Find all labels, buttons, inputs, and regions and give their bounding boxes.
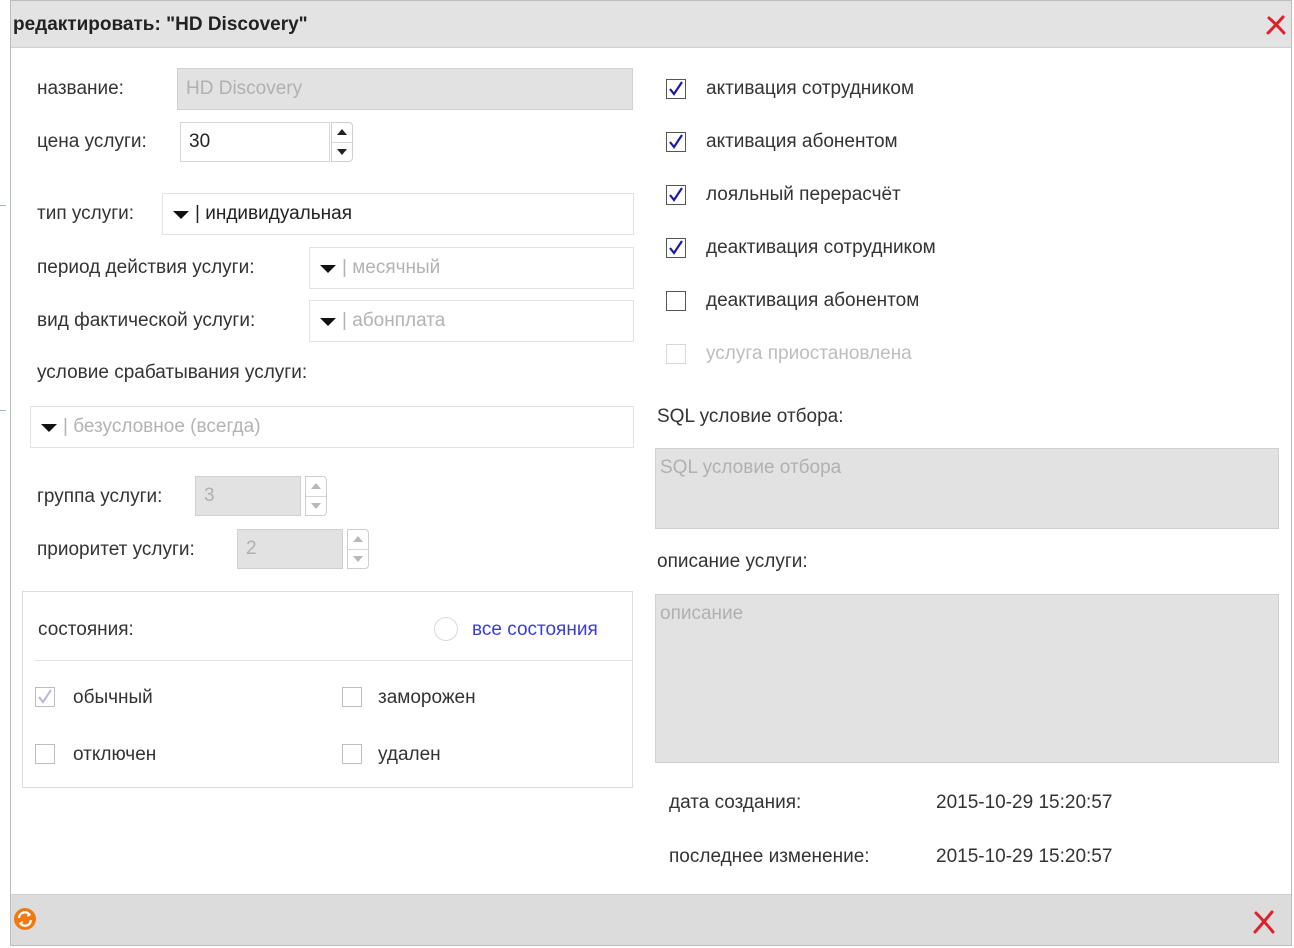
sql-label: SQL условие отбора: bbox=[657, 406, 844, 427]
states-panel: состояния: все состояния обычный заморож… bbox=[22, 591, 633, 788]
description-label: описание услуги: bbox=[657, 551, 808, 572]
dialog-title: редактировать: "HD Discovery" bbox=[13, 14, 308, 35]
state-disabled-label: отключен bbox=[73, 744, 157, 765]
stepper-down-icon[interactable] bbox=[332, 141, 352, 162]
stepper-up-icon[interactable] bbox=[306, 477, 326, 496]
priority-stepper[interactable] bbox=[347, 529, 369, 569]
option-subscriber-deactivation-label: деактивация абонентом bbox=[706, 290, 920, 311]
option-loyal-recalc-label: лояльный перерасчёт bbox=[706, 184, 901, 205]
state-normal-label: обычный bbox=[73, 687, 153, 708]
check-icon bbox=[669, 134, 683, 149]
priority-field[interactable] bbox=[237, 529, 343, 569]
description-textarea[interactable]: описание bbox=[655, 594, 1279, 763]
check-icon bbox=[669, 240, 683, 255]
footer-close-x-icon[interactable] bbox=[1253, 910, 1275, 934]
price-field[interactable] bbox=[180, 122, 330, 162]
stepper-down-icon[interactable] bbox=[348, 548, 368, 569]
modified-value: 2015-10-29 15:20:57 bbox=[936, 846, 1113, 867]
state-frozen-label: заморожен bbox=[378, 687, 476, 708]
created-label: дата создания: bbox=[669, 792, 802, 813]
created-value: 2015-10-29 15:20:57 bbox=[936, 792, 1113, 813]
background-window-edge bbox=[0, 0, 10, 948]
option-staff-deactivation-label: деактивация сотрудником bbox=[706, 237, 936, 258]
all-states-radio[interactable] bbox=[434, 617, 458, 641]
option-staff-deactivation-checkbox[interactable] bbox=[666, 238, 686, 258]
type-select-value: | индивидуальная bbox=[195, 203, 353, 224]
stepper-down-icon[interactable] bbox=[306, 495, 326, 516]
option-suspended-label: услуга приостановлена bbox=[706, 343, 912, 364]
option-staff-activation-label: активация сотрудником bbox=[706, 78, 915, 99]
price-label: цена услуги: bbox=[37, 131, 147, 152]
period-select-value: | месячный bbox=[342, 257, 441, 278]
edge-tick bbox=[0, 410, 6, 411]
modified-label: последнее изменение: bbox=[669, 846, 870, 867]
check-icon bbox=[38, 689, 52, 704]
dropdown-arrow-icon bbox=[320, 318, 336, 326]
state-normal-checkbox[interactable] bbox=[35, 687, 55, 707]
refresh-icon[interactable] bbox=[13, 907, 37, 931]
kind-label: вид фактической услуги: bbox=[37, 310, 256, 331]
option-staff-activation-checkbox[interactable] bbox=[666, 79, 686, 99]
states-label: состояния: bbox=[38, 619, 134, 640]
state-deleted-checkbox[interactable] bbox=[342, 744, 362, 764]
dropdown-arrow-icon bbox=[320, 265, 336, 273]
sql-textarea[interactable]: SQL условие отбора bbox=[655, 448, 1279, 529]
edge-tick bbox=[0, 205, 6, 206]
dialog-footer bbox=[11, 894, 1291, 945]
condition-label: условие срабатывания услуги: bbox=[37, 362, 308, 383]
group-field[interactable] bbox=[195, 476, 301, 516]
all-states-link[interactable]: все состояния bbox=[472, 619, 598, 641]
states-divider bbox=[34, 660, 633, 661]
name-label: название: bbox=[37, 78, 124, 99]
type-select[interactable]: | индивидуальная bbox=[162, 193, 634, 235]
option-loyal-recalc-checkbox[interactable] bbox=[666, 185, 686, 205]
type-label: тип услуги: bbox=[37, 203, 135, 224]
dropdown-arrow-icon bbox=[173, 211, 189, 219]
stepper-up-icon[interactable] bbox=[332, 123, 352, 142]
edit-service-dialog: редактировать: "HD Discovery" название: … bbox=[10, 0, 1292, 946]
stepper-up-icon[interactable] bbox=[348, 530, 368, 549]
option-subscriber-activation-label: активация абонентом bbox=[706, 131, 898, 152]
condition-select[interactable]: | безусловное (всегда) bbox=[30, 406, 634, 448]
group-stepper[interactable] bbox=[305, 476, 327, 516]
priority-label: приоритет услуги: bbox=[37, 539, 195, 560]
option-subscriber-deactivation-checkbox[interactable] bbox=[666, 291, 686, 311]
price-stepper[interactable] bbox=[331, 122, 353, 162]
check-icon bbox=[669, 187, 683, 202]
state-deleted-label: удален bbox=[378, 744, 441, 765]
close-x-icon[interactable] bbox=[1266, 15, 1286, 35]
dialog-titlebar: редактировать: "HD Discovery" bbox=[11, 1, 1291, 48]
kind-select[interactable]: | абонплата bbox=[309, 300, 634, 342]
state-frozen-checkbox[interactable] bbox=[342, 687, 362, 707]
period-label: период действия услуги: bbox=[37, 257, 255, 278]
check-icon bbox=[669, 81, 683, 96]
option-suspended-checkbox[interactable] bbox=[666, 344, 686, 364]
dropdown-arrow-icon bbox=[41, 424, 57, 432]
group-label: группа услуги: bbox=[37, 486, 163, 507]
period-select[interactable]: | месячный bbox=[309, 247, 634, 289]
name-field[interactable] bbox=[177, 68, 633, 110]
kind-select-value: | абонплата bbox=[342, 310, 446, 331]
state-disabled-checkbox[interactable] bbox=[35, 744, 55, 764]
condition-select-value: | безусловное (всегда) bbox=[63, 416, 261, 437]
option-subscriber-activation-checkbox[interactable] bbox=[666, 132, 686, 152]
